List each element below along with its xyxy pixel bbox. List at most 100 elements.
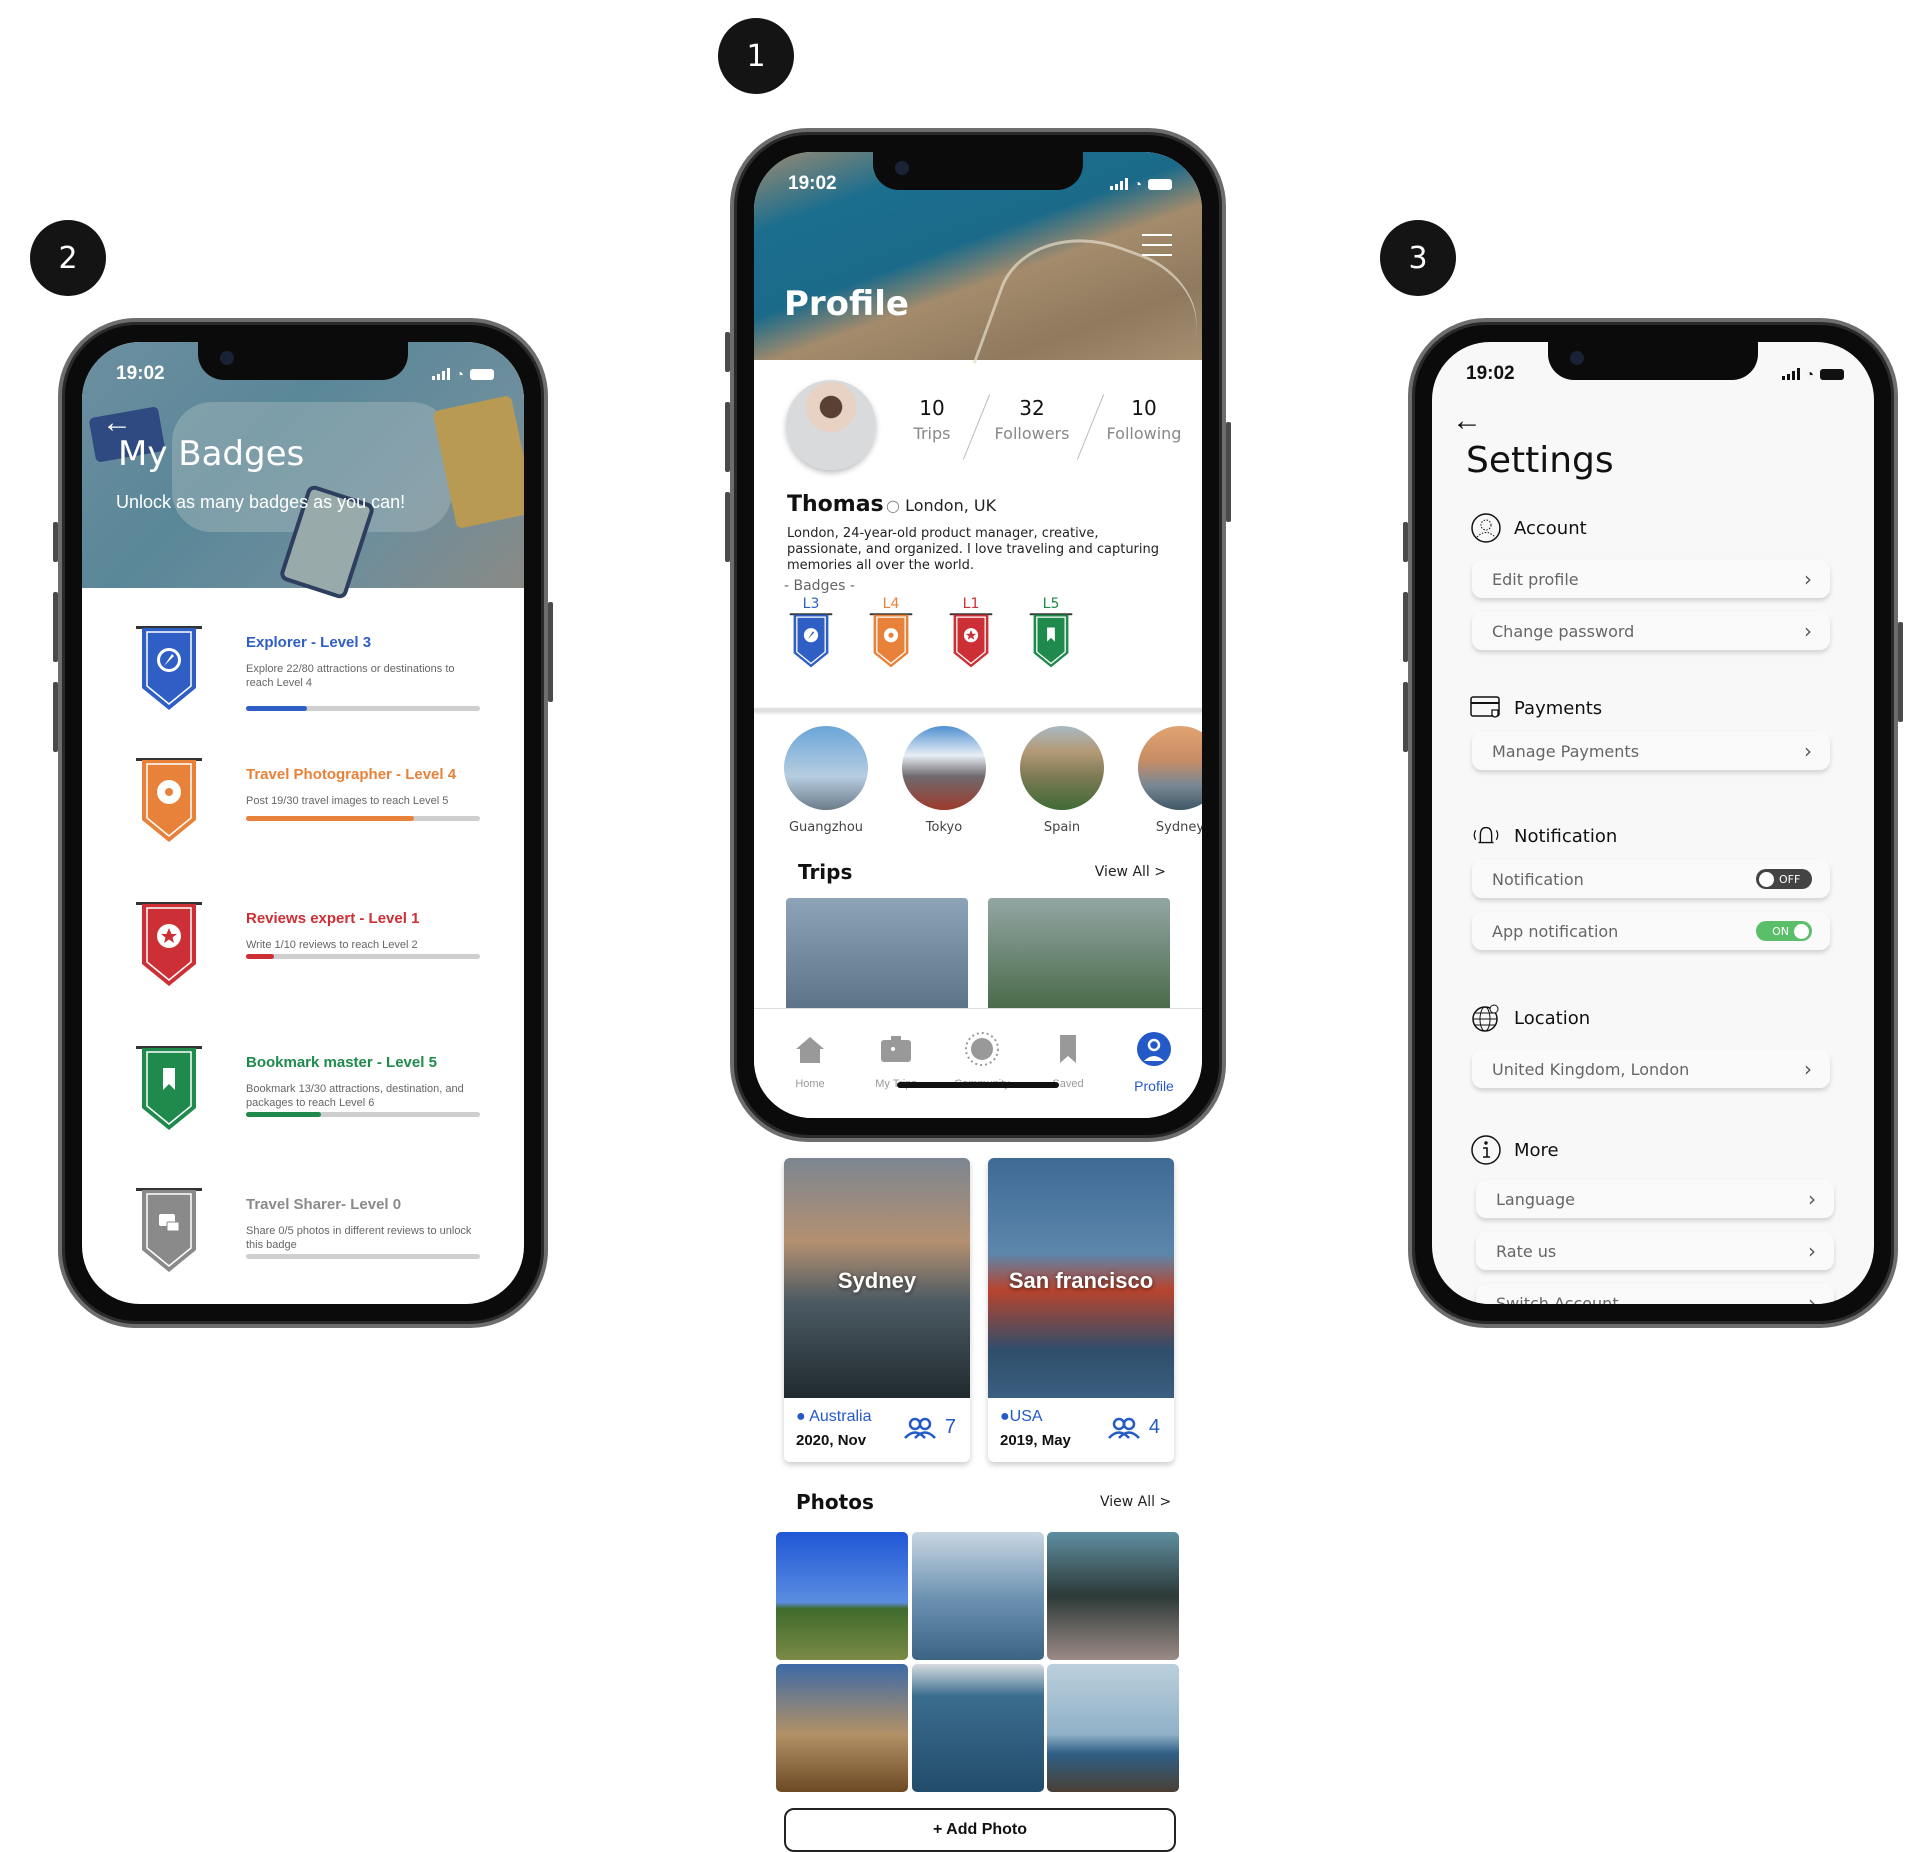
page-title: Profile (784, 284, 909, 324)
trip-card[interactable]: Sydney ● Australia 2020, Nov 7 (784, 1158, 970, 1462)
settings-item-switch-account[interactable]: Switch Account › (1476, 1284, 1834, 1304)
group-icon (1107, 1417, 1140, 1439)
badge-progress-fill (246, 816, 415, 821)
trip-country: ●USA (1000, 1408, 1043, 1425)
badge-item[interactable]: Travel Sharer- Level 0 Share 0/5 photos … (82, 1186, 524, 1304)
destination-image (902, 726, 986, 810)
destination-image (784, 726, 868, 810)
mini-badge[interactable]: L5 (1026, 596, 1076, 675)
stat-followers[interactable]: 32 Followers (982, 396, 1082, 443)
chevron-right-icon: › (1804, 619, 1812, 643)
trips-title: Trips (798, 860, 853, 884)
home-indicator (897, 1082, 1059, 1088)
location-pin-icon: ● (796, 1408, 806, 1425)
badge-title: Explorer - Level 3 (246, 634, 372, 651)
badge-progress-bar (246, 816, 480, 821)
user-bio: London, 24-year-old product manager, cre… (787, 526, 1160, 573)
stat-following[interactable]: 10 Following (1094, 396, 1194, 443)
settings-item-change-password[interactable]: Change password › (1472, 612, 1830, 650)
destination-item[interactable]: Sydney (1138, 726, 1202, 835)
trip-image: San francisco (988, 1158, 1174, 1398)
badge-title: Reviews expert - Level 1 (246, 910, 420, 927)
settings-item-notification[interactable]: Notification OFF (1472, 860, 1830, 898)
badge-description: Bookmark 13/30 attractions, destination,… (246, 1083, 464, 1109)
profile-screen: 19:02 ◔ Profile 10 Trips 32 Followers 10… (754, 152, 1202, 1118)
destination-item[interactable]: Guangzhou (784, 726, 868, 835)
badge-progress-fill (246, 1112, 321, 1117)
notification-toggle[interactable]: OFF (1756, 869, 1812, 889)
hamburger-menu-icon[interactable] (1142, 234, 1172, 264)
photo-thumbnail[interactable] (912, 1664, 1044, 1792)
credit-card-icon (1470, 692, 1502, 724)
trip-image (988, 898, 1170, 1008)
settings-item-edit-profile[interactable]: Edit profile › (1472, 560, 1830, 598)
info-icon (1470, 1134, 1502, 1166)
status-bar: 19:02 ◔ (116, 362, 494, 386)
settings-group-location: Location (1470, 1002, 1590, 1034)
photos-icon (136, 1188, 202, 1272)
status-time: 19:02 (788, 173, 837, 194)
badge-description: Share 0/5 photos in different reviews to… (246, 1225, 472, 1251)
trip-card[interactable]: San francisco ●USA 2019, May 4 (988, 1158, 1174, 1462)
group-icon (903, 1417, 936, 1439)
settings-screen: 19:02 ◔ ← Settings Account Edit profile ›… (1432, 342, 1874, 1304)
badge-item[interactable]: Travel Photographer - Level 4 Post 19/30… (82, 756, 524, 876)
step-marker-1: 1 (718, 18, 794, 94)
bookmark-icon (1029, 613, 1073, 668)
destination-item[interactable]: Spain (1020, 726, 1104, 835)
arrow-left-icon[interactable]: ← (1452, 404, 1482, 438)
settings-item-language[interactable]: Language › (1476, 1180, 1834, 1218)
badge-item[interactable]: Explorer - Level 3 Explore 22/80 attract… (82, 624, 524, 744)
badge-progress-bar (246, 954, 480, 959)
stat-trips[interactable]: 10 Trips (902, 396, 962, 443)
step-marker-3: 3 (1380, 220, 1456, 296)
app-notification-toggle[interactable]: ON (1756, 921, 1812, 941)
compass-icon (789, 613, 833, 668)
mini-badge[interactable]: L3 (786, 596, 836, 675)
add-photo-button[interactable]: + Add Photo (784, 1808, 1176, 1852)
avatar[interactable] (786, 380, 876, 470)
wifi-icon: ◔ (455, 366, 464, 382)
page-title: My Badges (118, 434, 305, 474)
photos-view-all-link[interactable]: View All > (1100, 1494, 1171, 1510)
photos-title: Photos (796, 1490, 874, 1514)
mini-badge[interactable]: L4 (866, 596, 916, 675)
battery-icon (1820, 368, 1844, 380)
trips-view-all-link[interactable]: View All > (1095, 864, 1166, 880)
settings-item-location[interactable]: United Kingdom, London › (1472, 1050, 1830, 1088)
section-divider (754, 708, 1202, 712)
badge-title: Travel Photographer - Level 4 (246, 766, 457, 783)
photo-thumbnail[interactable] (776, 1664, 908, 1792)
chevron-right-icon: › (1808, 1291, 1816, 1304)
photo-thumbnail[interactable] (1047, 1532, 1179, 1660)
photo-thumbnail[interactable] (912, 1532, 1044, 1660)
tab-profile[interactable]: Profile (1114, 1031, 1194, 1094)
tab-home[interactable]: Home (770, 1031, 850, 1090)
bookmark-icon (136, 1046, 202, 1130)
wifi-icon: ◔ (1133, 176, 1142, 192)
settings-item-manage-payments[interactable]: Manage Payments › (1472, 732, 1830, 770)
badge-progress-bar (246, 1112, 480, 1117)
badge-description: Post 19/30 travel images to reach Level … (246, 795, 449, 807)
bell-ringing-icon (1470, 820, 1502, 852)
battery-icon (1148, 178, 1172, 190)
page-title: Settings (1466, 440, 1614, 481)
badge-item[interactable]: Reviews expert - Level 1 Write 1/10 revi… (82, 900, 524, 1020)
badge-item[interactable]: Bookmark master - Level 5 Bookmark 13/30… (82, 1044, 524, 1164)
settings-item-rate-us[interactable]: Rate us › (1476, 1232, 1834, 1270)
trip-date: 2020, Nov (796, 1432, 867, 1449)
badge-description: Explore 22/80 attractions or destination… (246, 663, 455, 689)
badge-progress-fill (246, 954, 275, 959)
globe-pin-icon (1470, 1002, 1502, 1034)
mini-badge[interactable]: L1 (946, 596, 996, 675)
profile-phone: 19:02 ◔ Profile 10 Trips 32 Followers 10… (725, 128, 1231, 1142)
star-icon (949, 613, 993, 668)
settings-item-app-notification[interactable]: App notification ON (1472, 912, 1830, 950)
camera-aperture-icon (869, 613, 913, 668)
trip-companions: 7 (903, 1416, 956, 1439)
destination-image (1138, 726, 1202, 810)
battery-icon (470, 368, 494, 380)
photo-thumbnail[interactable] (776, 1532, 908, 1660)
photo-thumbnail[interactable] (1047, 1664, 1179, 1792)
destination-item[interactable]: Tokyo (902, 726, 986, 835)
